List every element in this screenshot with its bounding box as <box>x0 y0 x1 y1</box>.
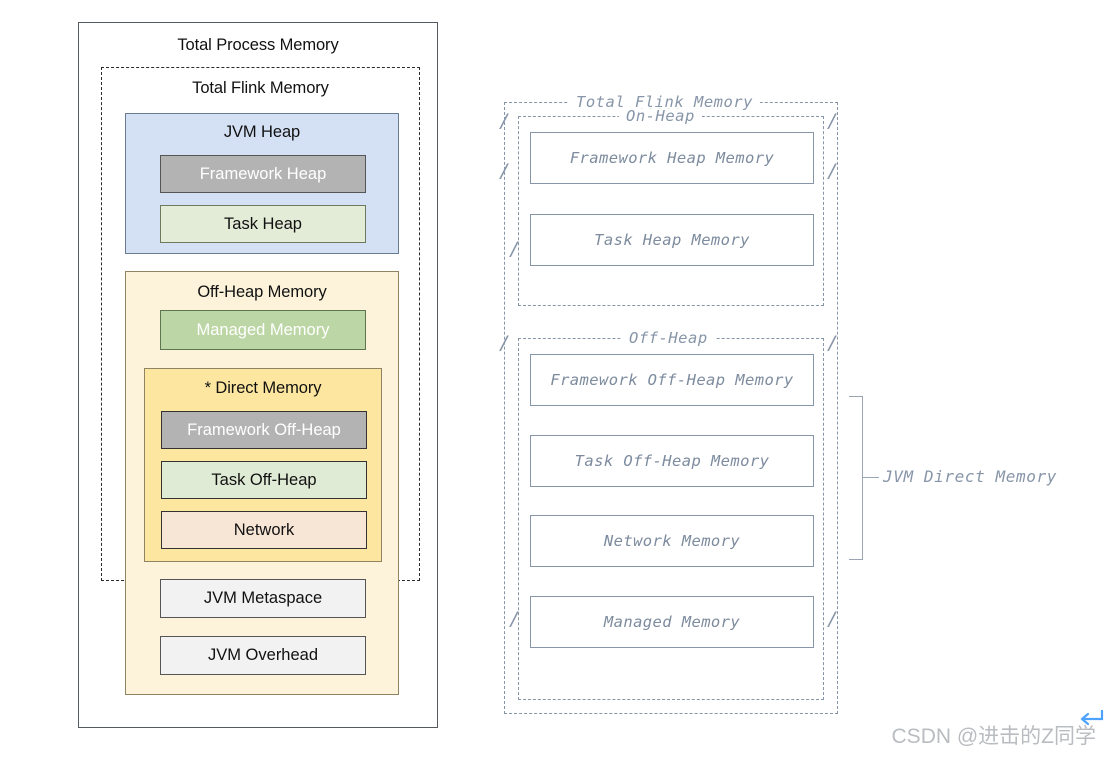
jvm-overhead-box: JVM Overhead <box>160 636 366 675</box>
ascii-slash-mark: / <box>499 332 511 354</box>
off-heap-memory-label: Off-Heap Memory <box>197 283 327 301</box>
ascii-framework-off-heap-memory-box: Framework Off-Heap Memory <box>530 354 814 406</box>
network-box: Network <box>161 511 367 549</box>
jvm-heap-label: JVM Heap <box>223 123 301 141</box>
off-heap-memory-box: Off-Heap Memory Managed Memory * Direct … <box>125 271 399 695</box>
managed-memory-box: Managed Memory <box>160 310 366 350</box>
task-off-heap-box: Task Off-Heap <box>161 461 367 499</box>
csdn-watermark: CSDN @进击的Z同学 <box>891 725 1096 748</box>
total-process-memory-label: Total Process Memory <box>177 36 339 54</box>
ascii-off-heap-label: Off-Heap <box>622 330 715 347</box>
ascii-network-memory-box: Network Memory <box>530 515 814 567</box>
ascii-slash-mark: / <box>509 238 521 260</box>
ascii-slash-mark: / <box>827 160 839 182</box>
total-process-memory-box: Total Process Memory Total Flink Memory … <box>78 22 438 728</box>
framework-heap-box: Framework Heap <box>160 155 366 193</box>
ascii-memory-model-diagram: Total Flink Memory On-Heap Off-Heap / / … <box>497 90 1056 730</box>
ascii-task-heap-memory-box: Task Heap Memory <box>530 214 814 266</box>
ascii-slash-mark: / <box>499 110 511 132</box>
framework-off-heap-box: Framework Off-Heap <box>161 411 367 449</box>
ascii-framework-heap-memory-box: Framework Heap Memory <box>530 132 814 184</box>
ascii-slash-mark: / <box>499 160 511 182</box>
ascii-slash-mark: / <box>827 332 839 354</box>
jvm-direct-memory-bracket-stem <box>863 477 879 478</box>
jvm-direct-memory-label: JVM Direct Memory <box>883 467 1057 486</box>
ascii-managed-memory-box: Managed Memory <box>530 596 814 648</box>
jvm-heap-box: JVM Heap Framework Heap Task Heap <box>125 113 399 254</box>
direct-memory-label: * Direct Memory <box>204 379 322 397</box>
ascii-on-heap-label: On-Heap <box>619 108 702 125</box>
ascii-slash-mark: / <box>827 608 839 630</box>
direct-memory-box: * Direct Memory Framework Off-Heap Task … <box>144 368 382 562</box>
jvm-metaspace-box: JVM Metaspace <box>160 579 366 618</box>
jvm-direct-memory-bracket <box>849 396 863 560</box>
task-heap-box: Task Heap <box>160 205 366 243</box>
ascii-task-off-heap-memory-box: Task Off-Heap Memory <box>530 435 814 487</box>
ascii-slash-mark: / <box>827 110 839 132</box>
ascii-slash-mark: / <box>509 608 521 630</box>
total-flink-memory-label: Total Flink Memory <box>192 79 329 97</box>
